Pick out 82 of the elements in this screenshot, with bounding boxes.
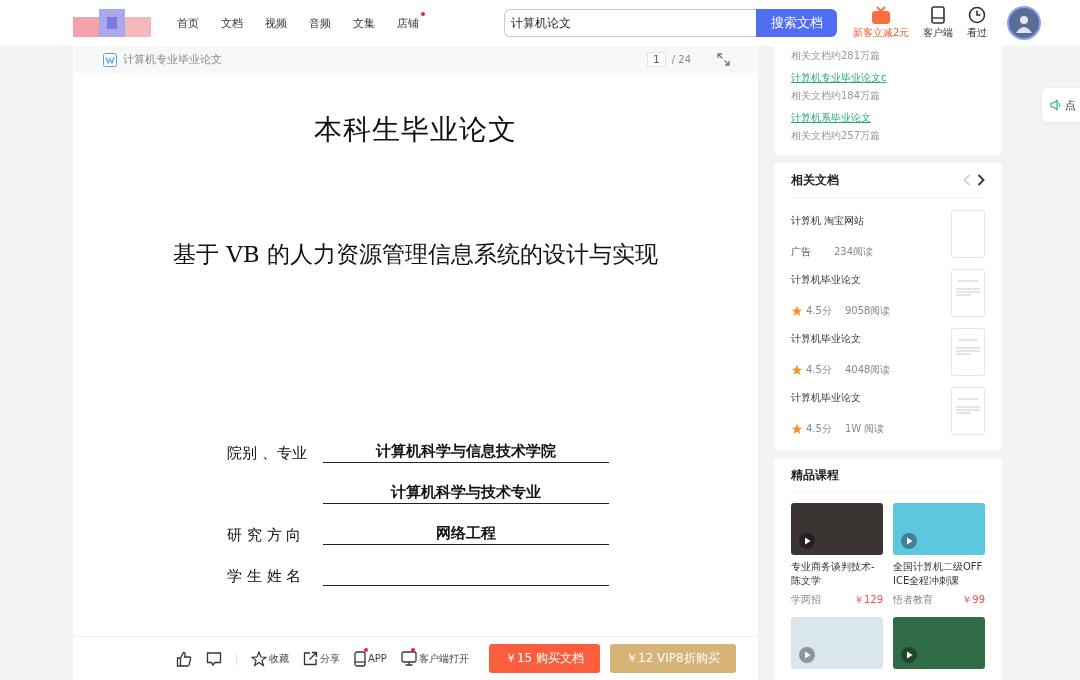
action-link[interactable] <box>206 650 222 667</box>
document-count: 相关文档约281万篇 <box>791 49 882 63</box>
play-icon <box>799 647 815 663</box>
nav-link[interactable]: 店铺 <box>397 15 419 31</box>
form-label: 研 究 方 向 <box>227 526 303 545</box>
related-document[interactable]: 计算机毕业论文 4.5分 1W 阅读 <box>791 387 985 436</box>
header-action[interactable]: 看过 <box>967 6 988 40</box>
related-document[interactable]: 计算机 淘宝网站 广告 234阅读 <box>791 210 985 259</box>
section-title: 相关文档 <box>791 171 839 189</box>
rating-score: 4.5分 <box>806 363 832 377</box>
nav-link[interactable]: 文档 <box>221 15 243 31</box>
action-link[interactable]: 分享 <box>303 651 340 666</box>
page-number-field[interactable]: 1 <box>647 52 666 67</box>
star-icon <box>251 650 267 667</box>
star-icon <box>791 364 803 376</box>
course-title[interactable]: 全国计算机二级OFFICE全程冲刺课 <box>893 560 985 588</box>
star-icon <box>791 305 803 317</box>
related-document[interactable]: 计算机毕业论文 4.5分 9058阅读 <box>791 269 985 318</box>
video-thumbnail-placeholder[interactable] <box>791 617 883 669</box>
section-title: 精品课程 <box>791 466 839 484</box>
fill-in-line: 计算机科学与技术专业 <box>323 481 609 504</box>
read-count: 9058阅读 <box>844 304 891 318</box>
thumbs-up-icon <box>176 650 192 667</box>
phone-icon <box>354 650 366 667</box>
form-label: 院别 、专业 <box>227 444 308 463</box>
monitor-icon <box>400 651 417 666</box>
blurred-logo-icon <box>73 9 151 37</box>
course-provider: 悟者教育 <box>893 593 933 607</box>
star-icon <box>791 423 803 435</box>
rating-score: 4.5分 <box>806 304 832 318</box>
read-count: 1W 阅读 <box>844 422 885 436</box>
comment-icon <box>206 650 222 667</box>
video-thumbnail-placeholder[interactable] <box>893 617 985 669</box>
search-button[interactable]: 搜索文档 <box>756 9 837 37</box>
play-icon <box>799 533 815 549</box>
form-label: 学 生 姓 名 <box>227 567 303 586</box>
page-thumbnail-icon <box>951 387 985 435</box>
read-count: 4048阅读 <box>844 363 891 377</box>
floating-button[interactable]: 点 <box>1042 88 1080 122</box>
speaker-icon <box>1050 99 1062 111</box>
video-thumbnail-placeholder[interactable] <box>791 503 883 555</box>
action-link[interactable]: 收藏 <box>251 650 289 667</box>
document-subtitle: 本科生毕业论文 <box>314 112 517 148</box>
thesis-title: 基于 VB 的人力资源管理信息系统的设计与实现 <box>171 240 660 269</box>
header-action[interactable]: 客户端 <box>923 6 954 40</box>
avatar[interactable] <box>1007 6 1042 40</box>
header-action[interactable]: 新客立减2元 <box>853 6 910 40</box>
document-title: 计算机专业毕业论文 <box>123 52 222 67</box>
action-link[interactable]: APP <box>354 650 387 667</box>
action-link[interactable]: 客户端打开 <box>400 651 469 666</box>
course-price: ￥129 <box>853 593 883 607</box>
action-link[interactable] <box>176 650 192 667</box>
tablet-icon <box>931 6 946 24</box>
course-price: ￥99 <box>962 593 985 607</box>
search-field[interactable]: 计算机论文 <box>504 9 756 37</box>
video-thumbnail-placeholder[interactable] <box>893 503 985 555</box>
related-document[interactable]: 计算机毕业论文 4.5分 4048阅读 <box>791 328 985 377</box>
nav-link[interactable]: 音频 <box>309 15 331 31</box>
play-icon <box>901 647 917 663</box>
page-thumbnail-icon <box>951 210 985 258</box>
nav-link[interactable]: 文集 <box>353 15 375 31</box>
next-icon[interactable] <box>977 174 985 186</box>
page-total: / 24 <box>671 54 691 65</box>
nav-link[interactable]: 首页 <box>177 15 199 31</box>
user-silhouette-icon <box>1014 13 1035 33</box>
read-count: 234阅读 <box>834 245 874 259</box>
nav-link[interactable]: 视频 <box>265 15 287 31</box>
fill-in-line: 网络工程 <box>323 522 609 545</box>
document-count: 相关文档约257万篇 <box>791 129 882 143</box>
clock-icon <box>968 6 987 24</box>
ad-tag: 广告 <box>791 245 811 259</box>
share-icon <box>303 651 318 666</box>
page-thumbnail-icon <box>951 328 985 376</box>
fill-in-line: 计算机科学与信息技术学院 <box>323 440 609 463</box>
word-file-icon <box>103 52 117 67</box>
course-title[interactable]: 专业商务谈判技术-陈文学 <box>791 560 883 588</box>
course-provider: 学两招 <box>791 593 821 607</box>
page-thumbnail-icon <box>951 269 985 317</box>
expand-icon[interactable] <box>717 53 730 66</box>
play-icon <box>901 533 917 549</box>
rating-score: 4.5分 <box>806 422 832 436</box>
document-count: 相关文档约184万篇 <box>791 89 882 103</box>
